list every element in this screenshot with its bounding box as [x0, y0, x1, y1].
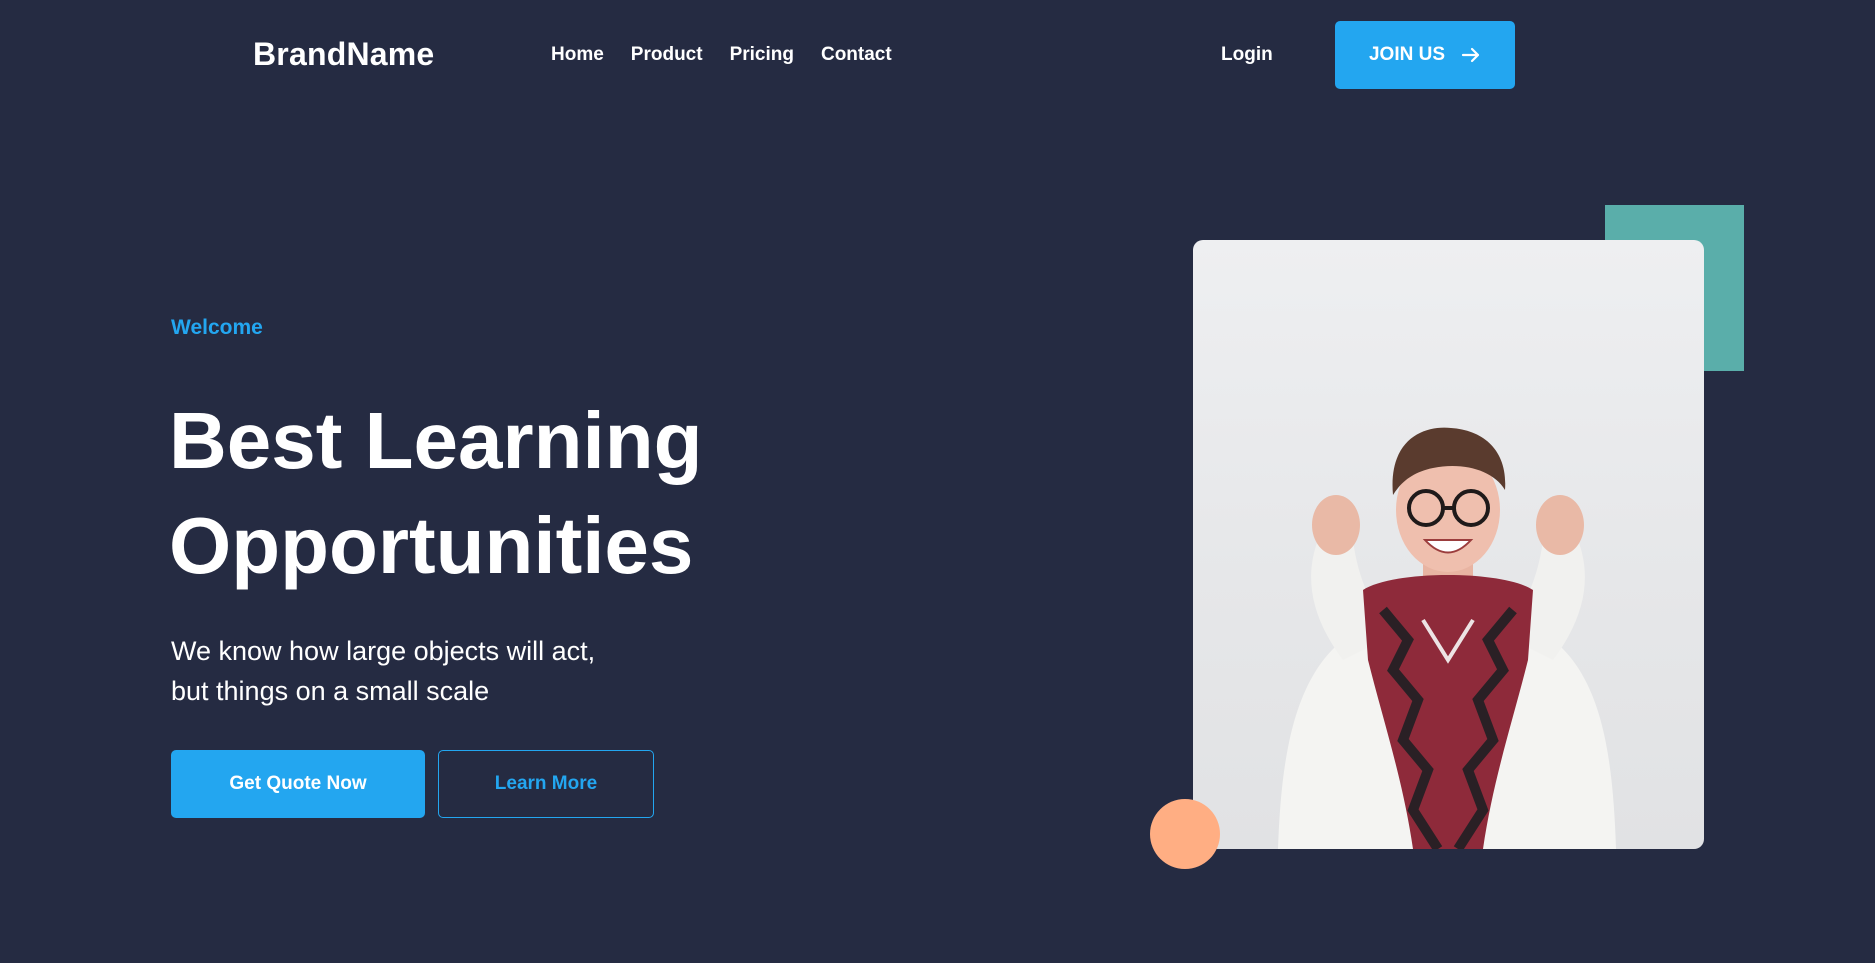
- get-quote-button[interactable]: Get Quote Now: [171, 750, 425, 818]
- hero-title: Best Learning Opportunities: [169, 388, 702, 598]
- nav-product-link[interactable]: Product: [631, 44, 703, 66]
- person-illustration: [1278, 427, 1616, 849]
- join-us-label: JOIN US: [1368, 44, 1446, 65]
- nav-pricing-link[interactable]: Pricing: [730, 44, 794, 66]
- nav-contact-link[interactable]: Contact: [821, 44, 892, 66]
- nav-home-link[interactable]: Home: [551, 44, 604, 66]
- hero-subtitle-line: but things on a small scale: [171, 676, 490, 706]
- arrow-right-icon: [1461, 47, 1480, 63]
- hero-photo: [1193, 240, 1704, 849]
- hero-eyebrow: Welcome: [171, 316, 263, 339]
- hero-title-line: Best Learning: [169, 396, 703, 485]
- hero-subtitle-line: We know how large objects will act,: [171, 636, 596, 666]
- main-nav: Home Product Pricing Contact: [551, 44, 892, 66]
- decorative-peach-circle: [1150, 799, 1220, 869]
- brand-logo[interactable]: BrandName: [253, 36, 434, 73]
- learn-more-button[interactable]: Learn More: [438, 750, 654, 818]
- join-us-button[interactable]: JOIN US: [1335, 21, 1515, 89]
- hero-subtitle: We know how large objects will act, but …: [171, 631, 595, 711]
- hero-title-line: Opportunities: [169, 501, 694, 590]
- login-link[interactable]: Login: [1221, 44, 1273, 66]
